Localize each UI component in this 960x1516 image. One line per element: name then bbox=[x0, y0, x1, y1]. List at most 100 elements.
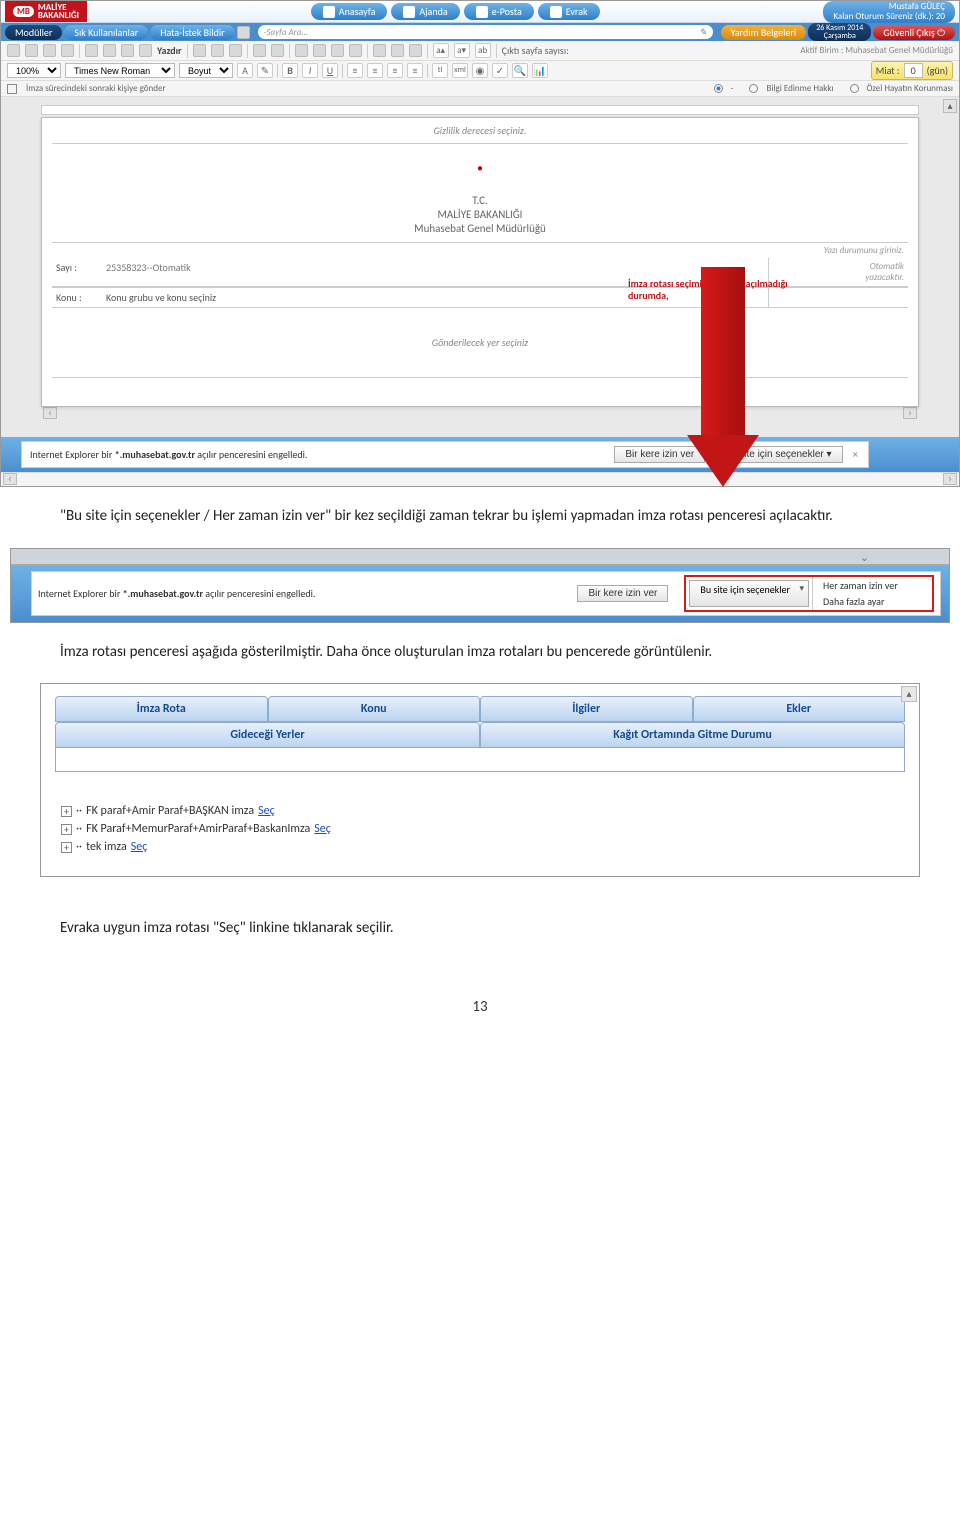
tab-kagit[interactable]: Kağıt Ortamında Gitme Durumu bbox=[480, 722, 905, 748]
table-icon[interactable] bbox=[373, 44, 386, 57]
zoom-select[interactable]: 100% bbox=[7, 63, 61, 78]
scroll-right-icon: › bbox=[943, 473, 957, 485]
paste-icon[interactable] bbox=[229, 44, 242, 57]
indent-icon[interactable] bbox=[349, 44, 362, 57]
nav-anasayfa[interactable]: Anasayfa bbox=[311, 3, 388, 20]
menu-yardim[interactable]: Yardım Belgeleri bbox=[721, 25, 807, 40]
site-options-button-2[interactable]: Bu site için seçenekler bbox=[689, 580, 809, 607]
tab-row-1: İmza Rota Konu İlgiler Ekler bbox=[55, 696, 905, 722]
outer-horizontal-scroll[interactable]: ‹› bbox=[1, 472, 959, 486]
tl-icon[interactable]: tl bbox=[432, 63, 448, 78]
menu-moduller[interactable]: Modüller bbox=[5, 25, 62, 40]
align-center-icon[interactable]: ≡ bbox=[367, 63, 383, 78]
nav-ajanda[interactable]: Ajanda bbox=[391, 3, 459, 20]
size-select[interactable]: Boyut bbox=[179, 63, 233, 78]
list-num-icon[interactable] bbox=[295, 44, 308, 57]
miat-field[interactable]: Miat : 0 (gün) bbox=[871, 61, 953, 80]
expand-icon[interactable]: + bbox=[61, 806, 72, 817]
body-paragraph-3: Evraka uygun imza rotası "Seç" linkine t… bbox=[0, 877, 960, 940]
globe-icon[interactable]: ◉ bbox=[472, 63, 488, 78]
menu-date: 26 Kasım 2014 Çarşamba bbox=[808, 23, 871, 41]
object-icon[interactable] bbox=[409, 44, 422, 57]
radio-bilgi[interactable] bbox=[749, 84, 758, 93]
print-label[interactable]: Yazdır bbox=[157, 44, 182, 57]
send-next-checkbox[interactable] bbox=[7, 84, 17, 94]
align-justify-icon[interactable]: ≡ bbox=[407, 63, 423, 78]
save-icon[interactable] bbox=[43, 44, 56, 57]
document[interactable]: Gizlilik derecesi seçiniz. • T.C. MALİYE… bbox=[41, 117, 919, 407]
confidentiality-placeholder[interactable]: Gizlilik derecesi seçiniz. bbox=[52, 122, 908, 144]
pdf-icon[interactable] bbox=[103, 44, 116, 57]
clear-icon[interactable]: ab bbox=[475, 43, 491, 58]
saveas-icon[interactable] bbox=[61, 44, 74, 57]
underline-button[interactable]: U bbox=[322, 63, 338, 78]
scroll-up-icon[interactable]: ▴ bbox=[901, 686, 917, 702]
tab-imza-rota[interactable]: İmza Rota bbox=[55, 696, 268, 722]
inner-horizontal-scroll[interactable]: ‹› bbox=[41, 407, 919, 421]
copy-icon[interactable] bbox=[211, 44, 224, 57]
sec-link[interactable]: Seç bbox=[314, 822, 331, 836]
tab-gidecegi[interactable]: Gideceği Yerler bbox=[55, 722, 480, 748]
export-icon[interactable] bbox=[85, 44, 98, 57]
sec-link[interactable]: Seç bbox=[131, 840, 148, 854]
open-icon[interactable] bbox=[25, 44, 38, 57]
highlight-icon[interactable]: ✎ bbox=[257, 63, 273, 78]
spellcheck-icon[interactable]: ✓ bbox=[492, 63, 508, 78]
bold-button[interactable]: B bbox=[282, 63, 298, 78]
font-select[interactable]: Times New Roman bbox=[65, 63, 175, 78]
align-left-icon[interactable]: ≡ bbox=[347, 63, 363, 78]
sub-icon[interactable]: a▾ bbox=[454, 43, 470, 58]
close-icon[interactable]: × bbox=[851, 448, 860, 461]
refresh-icon[interactable] bbox=[237, 26, 250, 39]
expand-icon[interactable]: + bbox=[61, 842, 72, 853]
italic-button[interactable]: I bbox=[302, 63, 318, 78]
document-area: ▴ Gizlilik derecesi seçiniz. • T.C. MALİ… bbox=[1, 97, 959, 437]
sup-icon[interactable]: a▴ bbox=[433, 43, 449, 58]
radio-ozel[interactable] bbox=[850, 84, 859, 93]
new-icon[interactable] bbox=[7, 44, 20, 57]
page-search[interactable]: -Sayfa Ara...✎ bbox=[258, 25, 713, 39]
redo-icon[interactable] bbox=[271, 44, 284, 57]
brand-badge: MB bbox=[13, 6, 34, 17]
imza-rota-panel: ▴ İmza Rota Konu İlgiler Ekler Gideceği … bbox=[40, 683, 920, 877]
find-icon[interactable]: 🔍 bbox=[512, 63, 528, 78]
cut-icon[interactable] bbox=[193, 44, 206, 57]
ie-popup-bar-wrap: Internet Explorer bir *.muhasebat.gov.tr… bbox=[1, 437, 959, 472]
outdent-icon[interactable] bbox=[331, 44, 344, 57]
menu-hata[interactable]: Hata-İstek Bildir bbox=[150, 25, 234, 40]
recipient-placeholder[interactable]: Gönderilecek yer seçiniz bbox=[52, 308, 908, 378]
yazi-durumu-hint[interactable]: Yazı durumunu giriniz. bbox=[52, 243, 908, 258]
tab-content bbox=[55, 748, 905, 772]
nav-eposta[interactable]: e-Posta bbox=[464, 3, 534, 20]
expand-icon[interactable]: + bbox=[61, 824, 72, 835]
allow-once-button-2[interactable]: Bir kere izin ver bbox=[577, 585, 668, 602]
chevron-down-icon: ⌄ bbox=[860, 551, 869, 564]
menu-more-settings[interactable]: Daha fazla ayar bbox=[823, 595, 922, 608]
undo-icon[interactable] bbox=[253, 44, 266, 57]
toolbar: Yazdır a▴ a▾ ab Çıktı sayfa sayısı: Akti… bbox=[1, 41, 959, 61]
konu-label: Konu : bbox=[52, 288, 102, 307]
word-icon[interactable] bbox=[121, 44, 134, 57]
user-name: Mustafa GÜLEÇ bbox=[833, 2, 945, 12]
nav-evrak[interactable]: Evrak bbox=[538, 3, 600, 20]
xml-icon[interactable]: xml bbox=[452, 63, 468, 78]
menu-sik[interactable]: Sık Kullanılanlar bbox=[64, 25, 148, 40]
print-icon[interactable] bbox=[139, 44, 152, 57]
scroll-up-icon[interactable]: ▴ bbox=[943, 99, 957, 113]
scroll-right-icon: › bbox=[903, 407, 917, 419]
sec-link[interactable]: Seç bbox=[258, 804, 275, 818]
site-options-dropdown: Bu site için seçenekler Her zaman izin v… bbox=[684, 575, 934, 612]
tab-ekler[interactable]: Ekler bbox=[693, 696, 906, 722]
tab-ilgiler[interactable]: İlgiler bbox=[480, 696, 693, 722]
radio-blank[interactable] bbox=[714, 84, 723, 93]
list-bullet-icon[interactable] bbox=[313, 44, 326, 57]
logout-button[interactable]: Güvenli Çıkış ⏻ bbox=[873, 25, 955, 40]
chart-icon[interactable]: 📊 bbox=[532, 63, 548, 78]
align-right-icon[interactable]: ≡ bbox=[387, 63, 403, 78]
font-color-icon[interactable]: A bbox=[237, 63, 253, 78]
output-pages-label: Çıktı sayfa sayısı: bbox=[502, 44, 569, 57]
menu-always-allow[interactable]: Her zaman izin ver bbox=[823, 579, 922, 592]
image-icon[interactable] bbox=[391, 44, 404, 57]
topbar: MB MALİYE BAKANLIĞI Anasayfa Ajanda e-Po… bbox=[1, 1, 959, 23]
tab-konu[interactable]: Konu bbox=[268, 696, 481, 722]
